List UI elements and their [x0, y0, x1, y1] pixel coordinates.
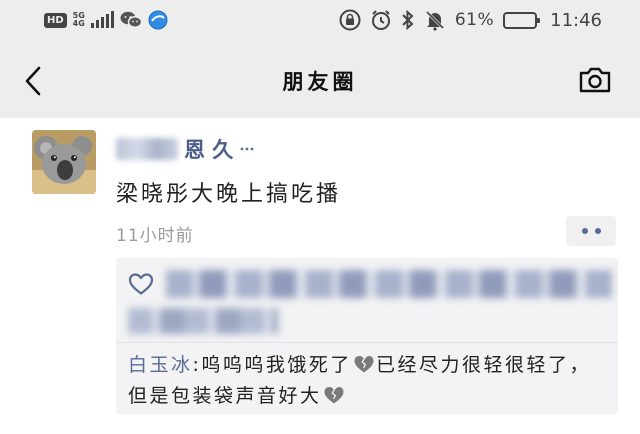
battery-percent: 61%: [454, 10, 495, 30]
moment-post: 恩 久 梁晓彤大晚上搞吃播 11小时前 白玉冰:呜呜呜我饿死了 已经尽力很轻很轻了…: [0, 118, 640, 434]
status-left: HD 5G 4G: [44, 9, 168, 31]
post-text: 梁晓彤大晚上搞吃播: [116, 182, 342, 207]
browser-icon: [148, 10, 168, 30]
more-dot-icon: [581, 228, 588, 234]
more-options-button[interactable]: [566, 216, 616, 246]
author-name-decoration-icon: [240, 147, 254, 151]
koala-avatar-image: [32, 130, 96, 194]
bluetooth-icon: [402, 9, 414, 31]
clock: 11:46: [550, 9, 602, 31]
hd-badge: HD: [44, 12, 67, 28]
post-timestamp: 11小时前: [116, 226, 194, 246]
interaction-panel: 白玉冰:呜呜呜我饿死了 已经尽力很轻很轻了，但是包装袋声音好大: [116, 258, 618, 414]
alarm-icon: [371, 10, 390, 30]
avatar[interactable]: [32, 130, 96, 194]
camera-icon: [579, 67, 611, 93]
battery-icon: [503, 11, 541, 29]
network-type: 5G 4G: [73, 12, 85, 28]
network-type-bottom: 4G: [72, 19, 85, 28]
broken-heart-icon: [354, 356, 374, 373]
divider: [116, 342, 618, 343]
more-dot-icon: [594, 228, 601, 234]
nav-bar: 朋友圈: [0, 50, 640, 110]
broken-heart-icon: [324, 387, 344, 404]
likers-list-blurred: [128, 308, 278, 334]
comment[interactable]: 白玉冰:呜呜呜我饿死了 已经尽力很轻很轻了，但是包装袋声音好大: [128, 350, 612, 412]
wechat-icon: [120, 11, 142, 29]
likes-row: [116, 258, 618, 342]
mute-icon: [425, 10, 444, 31]
rotation-lock-icon: [339, 9, 361, 31]
post-author[interactable]: 恩 久: [116, 134, 255, 164]
comment-text-part1: 呜呜呜我饿死了: [201, 354, 352, 376]
comment-author[interactable]: 白玉冰: [128, 354, 193, 376]
status-right: 61% 11:46: [339, 9, 602, 31]
page-title: 朋友圈: [282, 70, 358, 94]
heart-icon: [128, 273, 154, 295]
signal-icon: [90, 11, 114, 28]
camera-button[interactable]: [578, 66, 612, 94]
author-name-visible: 恩 久: [184, 138, 234, 162]
likers-list-blurred: [166, 270, 612, 298]
top-bar: HD 5G 4G 61% 11:46 朋友圈: [0, 0, 640, 118]
author-name-blurred: [116, 138, 178, 160]
status-bar: HD 5G 4G 61% 11:46: [0, 0, 640, 40]
